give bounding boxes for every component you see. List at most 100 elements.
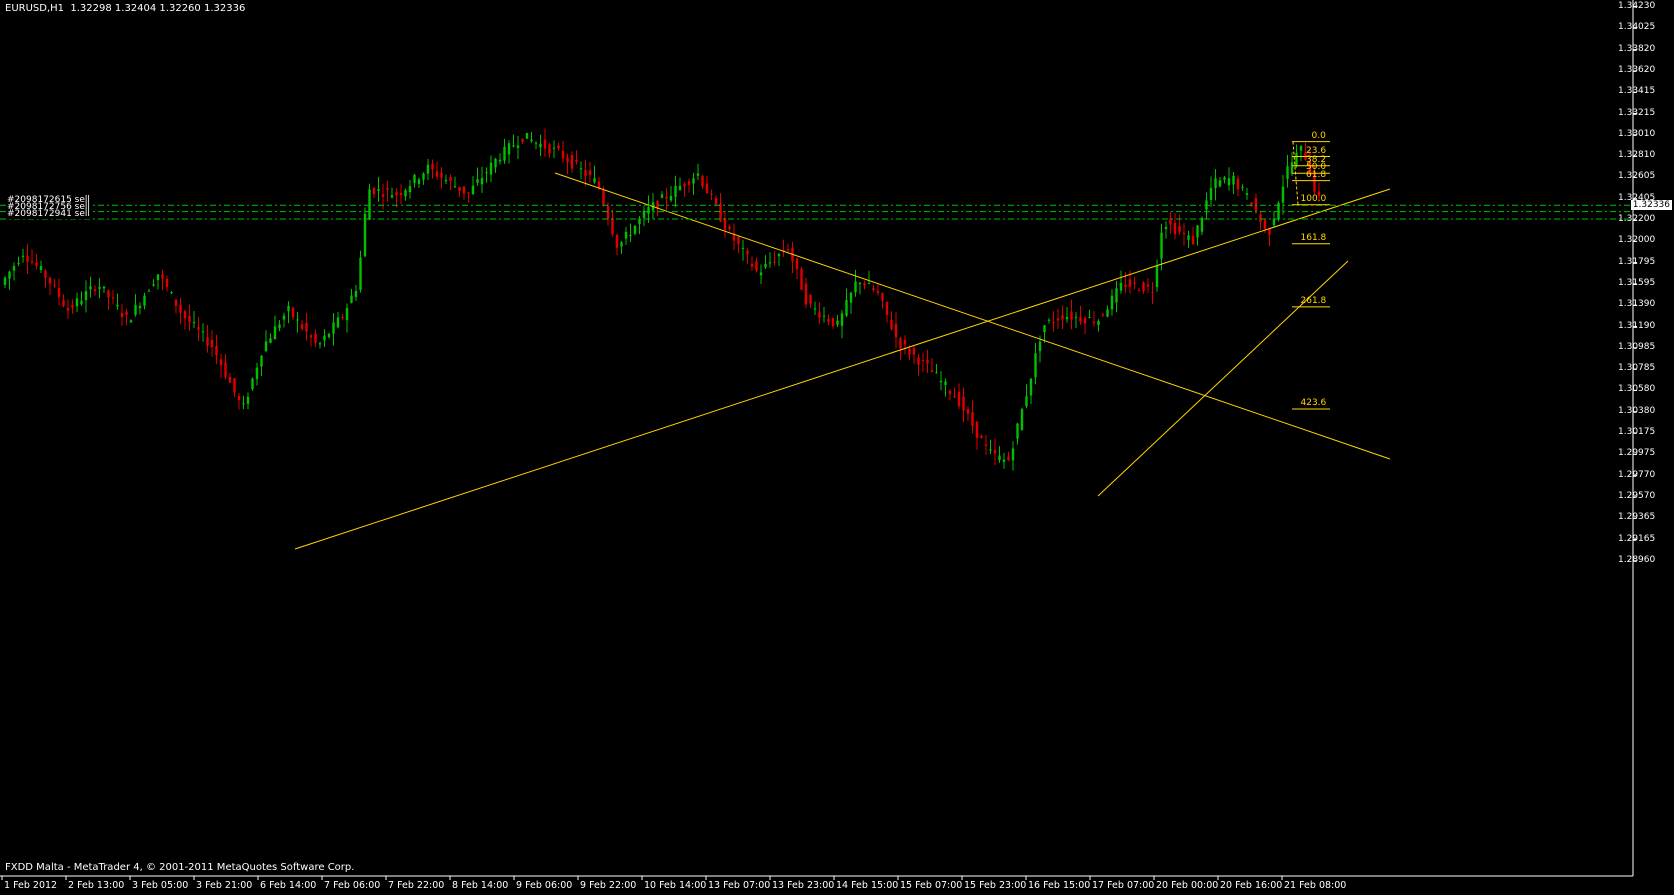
price-tick-label: 1.34025	[1618, 22, 1656, 33]
candle-body	[1182, 232, 1186, 234]
candle-body	[134, 304, 137, 315]
time-tick-label: 7 Feb 06:00	[324, 880, 381, 891]
candle-body	[602, 189, 605, 205]
chart-canvas[interactable]	[0, 0, 1674, 895]
candle-body	[291, 307, 295, 318]
candle-body	[566, 157, 569, 163]
time-tick-label: 16 Feb 15:00	[1028, 880, 1091, 891]
candle-body	[485, 172, 488, 174]
candle-body	[1124, 284, 1127, 288]
candle-body	[147, 290, 151, 292]
candle-body	[116, 304, 119, 307]
candle-body	[854, 281, 857, 293]
candle-body	[35, 262, 38, 266]
candle-body	[885, 302, 889, 315]
candle-body	[453, 186, 457, 188]
candle-body	[1115, 288, 1118, 303]
price-tick-label: 1.30380	[1618, 405, 1656, 416]
candle-body	[773, 261, 776, 263]
candle-body	[372, 188, 376, 195]
fibonacci-level-label: 100.0	[1300, 193, 1327, 204]
price-tick-label: 1.33010	[1618, 128, 1656, 139]
candle-body	[624, 231, 628, 239]
candle-body	[1299, 145, 1303, 151]
candle-body	[525, 133, 529, 139]
candle-body	[170, 292, 173, 294]
candle-body	[831, 318, 835, 327]
candle-body	[597, 181, 601, 189]
candle-body	[840, 313, 844, 326]
symbol-info: EURUSD,H1 1.32298 1.32404 1.32260 1.3233…	[5, 3, 246, 14]
candle-body	[494, 158, 497, 168]
candle-body	[1011, 448, 1015, 461]
time-tick-label: 9 Feb 06:00	[516, 880, 573, 891]
candle-body	[26, 255, 29, 262]
candle-body	[548, 144, 551, 154]
candle-body	[669, 195, 673, 201]
candle-body	[143, 295, 146, 306]
candle-body	[1173, 222, 1177, 235]
time-tick-label: 15 Feb 23:00	[964, 880, 1027, 891]
candle-body	[741, 247, 745, 249]
candle-body	[728, 226, 731, 230]
candle-body	[62, 300, 65, 307]
candle-body	[305, 323, 308, 332]
candle-body	[764, 263, 767, 268]
candle-body	[300, 324, 304, 329]
candle-body	[881, 293, 884, 301]
candle-body	[476, 179, 479, 183]
price-tick-label: 1.29570	[1618, 490, 1656, 501]
candle-body	[417, 179, 421, 184]
candle-body	[125, 311, 128, 315]
candle-body	[215, 345, 218, 356]
candle-body	[39, 266, 43, 271]
candle-body	[1133, 282, 1136, 284]
candle-body	[1052, 322, 1055, 324]
time-tick-label: 9 Feb 22:00	[580, 880, 637, 891]
candle-body	[849, 292, 853, 303]
candle-body	[269, 338, 272, 343]
candle-body	[449, 177, 452, 181]
candle-body	[903, 340, 907, 345]
candle-body	[935, 372, 938, 374]
price-tick-label: 1.32605	[1618, 171, 1656, 182]
candle-body	[345, 307, 349, 321]
current-price-label: 1.32336	[1630, 200, 1672, 211]
time-tick-label: 13 Feb 23:00	[772, 880, 835, 891]
fibonacci-level-label: 0.0	[1311, 130, 1326, 141]
candle-body	[444, 179, 448, 182]
candle-body	[309, 335, 313, 338]
candle-body	[1214, 178, 1217, 189]
candle-body	[1209, 188, 1213, 201]
candle-body	[1088, 317, 1091, 319]
candle-body	[1200, 217, 1204, 232]
candle-body	[1106, 309, 1109, 317]
candle-body	[377, 189, 380, 191]
candle-body	[318, 343, 322, 345]
candle-body	[359, 257, 362, 290]
time-tick-label: 20 Feb 00:00	[1156, 880, 1219, 891]
candle-body	[813, 308, 817, 310]
candle-body	[1128, 279, 1132, 287]
candle-body	[8, 271, 11, 279]
time-tick-label: 3 Feb 21:00	[196, 880, 253, 891]
candle-body	[255, 367, 259, 380]
candle-body	[179, 304, 182, 313]
candle-body	[53, 284, 56, 286]
price-tick-label: 1.34230	[1618, 1, 1656, 11]
candle-body	[458, 186, 461, 192]
candle-body	[809, 295, 812, 304]
candle-body	[759, 272, 763, 276]
candle-body	[818, 312, 821, 318]
time-tick-label: 21 Feb 08:00	[1284, 880, 1347, 891]
candle-body	[1263, 220, 1267, 229]
candle-body	[800, 268, 803, 290]
time-tick-label: 8 Feb 14:00	[452, 880, 509, 891]
candle-body	[737, 236, 740, 245]
price-tick-label: 1.30580	[1618, 384, 1656, 395]
candle-body	[89, 286, 92, 290]
price-tick-label: 1.31795	[1618, 256, 1656, 267]
candle-body	[422, 173, 425, 180]
candle-body	[939, 380, 943, 383]
time-tick-label: 15 Feb 07:00	[900, 880, 963, 891]
